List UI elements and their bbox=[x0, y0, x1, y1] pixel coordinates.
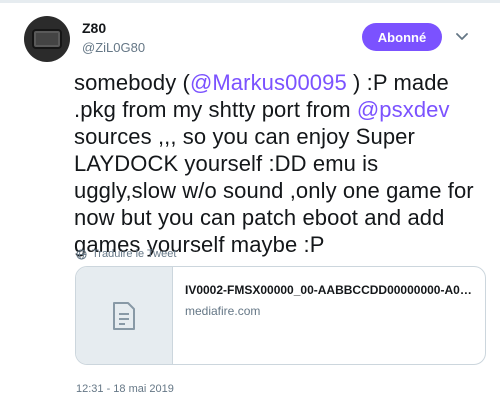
globe-icon bbox=[76, 248, 87, 260]
card-domain: mediafire.com bbox=[185, 304, 261, 318]
display-name[interactable]: Z80 bbox=[82, 20, 106, 36]
user-handle[interactable]: @ZiL0G80 bbox=[82, 40, 145, 55]
translate-tweet-link[interactable]: Traduire le Tweet bbox=[76, 248, 176, 260]
tweet-text: somebody (@Markus00095 ) :P made .pkg fr… bbox=[74, 69, 484, 258]
following-button[interactable]: Abonné bbox=[362, 23, 442, 51]
tweet-text-segment: sources ,,, so you can enjoy Super LAYDO… bbox=[74, 124, 474, 257]
document-icon bbox=[113, 301, 135, 330]
link-card[interactable]: IV0002-FMSX00000_00-AABBCCDD00000000-A01… bbox=[75, 266, 486, 365]
card-thumbnail bbox=[76, 267, 173, 364]
avatar[interactable] bbox=[24, 16, 70, 62]
top-border bbox=[0, 0, 500, 3]
tweet-text-segment: somebody ( bbox=[74, 70, 190, 95]
tweet-timestamp[interactable]: 12:31 - 18 mai 2019 bbox=[76, 383, 174, 395]
mention-link-psxdev[interactable]: @psxdev bbox=[357, 97, 450, 122]
mention-link-markus[interactable]: @Markus00095 bbox=[190, 70, 347, 95]
chevron-down-icon bbox=[456, 33, 468, 40]
avatar-image bbox=[32, 29, 62, 49]
translate-label: Traduire le Tweet bbox=[92, 248, 177, 260]
card-body: IV0002-FMSX00000_00-AABBCCDD00000000-A01… bbox=[173, 267, 485, 364]
more-options-button[interactable] bbox=[452, 27, 472, 47]
card-title: IV0002-FMSX00000_00-AABBCCDD00000000-A01… bbox=[185, 283, 473, 297]
